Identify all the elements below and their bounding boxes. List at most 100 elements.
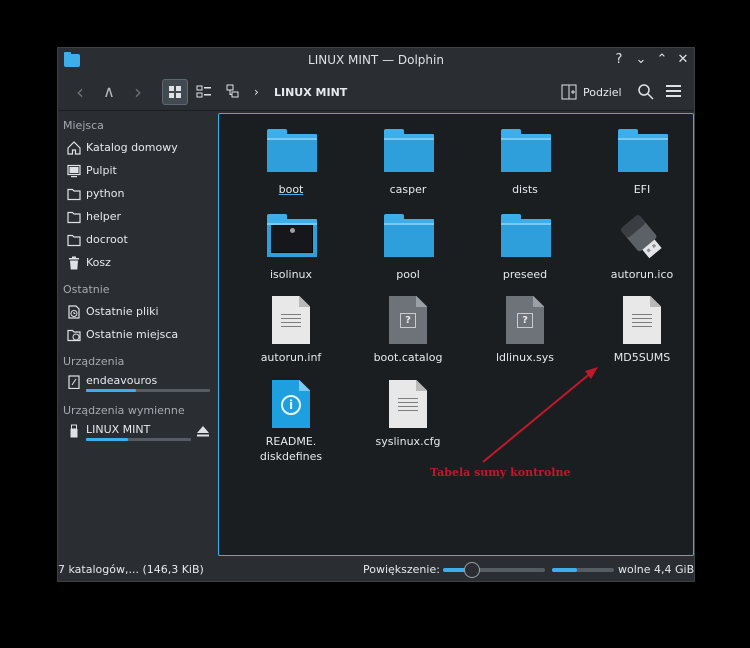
sidebar-item-label: docroot xyxy=(86,233,128,246)
icons-view-icon xyxy=(169,86,181,98)
usb-drive-icon xyxy=(621,215,662,259)
file-item[interactable]: ? boot.catalog xyxy=(358,294,458,365)
section-removable-title: Urządzenia wymienne xyxy=(63,404,185,417)
sidebar-item-label: Pulpit xyxy=(86,164,117,177)
file-item-name: ldlinux.sys xyxy=(495,351,555,364)
dolphin-window: LINUX MINT — Dolphin ? ⌄ ⌃ ✕ ‹ ∧ › › LIN… xyxy=(57,47,695,582)
file-item[interactable]: ? ldlinux.sys xyxy=(475,294,575,365)
sidebar-item-trash[interactable]: Kosz xyxy=(64,253,212,273)
sidebar-item-home[interactable]: Katalog domowy xyxy=(64,138,212,158)
drive-icon xyxy=(68,375,80,389)
file-item[interactable]: casper xyxy=(358,126,458,197)
sidebar-item-linux-mint[interactable]: LINUX MINT xyxy=(64,421,212,441)
split-button[interactable]: Podziel xyxy=(583,86,622,99)
file-item-icon: ? xyxy=(499,294,551,346)
unknown-file-icon: ? xyxy=(506,296,544,344)
window-title: LINUX MINT — Dolphin xyxy=(308,53,444,67)
icons-view-button[interactable] xyxy=(162,79,188,105)
up-button[interactable]: ∧ xyxy=(98,79,120,105)
sidebar-item-docroot[interactable]: docroot xyxy=(64,230,212,250)
capacity-bar-fill xyxy=(86,438,128,441)
details-view-icon xyxy=(196,85,211,98)
file-item[interactable]: autorun.ico xyxy=(592,211,692,282)
text-file-icon xyxy=(272,296,310,344)
file-item[interactable]: EFI xyxy=(592,126,692,197)
file-item-name: pool xyxy=(396,268,420,281)
home-icon xyxy=(67,141,81,155)
title-bar[interactable]: LINUX MINT — Dolphin ? ⌄ ⌃ ✕ xyxy=(58,48,694,73)
trash-icon xyxy=(69,256,79,270)
sidebar-item-endeavouros[interactable]: endeavouros xyxy=(64,372,212,392)
zoom-label: Powiększenie: xyxy=(363,563,440,576)
section-devices-title: Urządzenia xyxy=(63,355,125,368)
file-item[interactable]: pool xyxy=(358,211,458,282)
status-summary: 7 katalogów,... (146,3 KiB) xyxy=(58,563,204,576)
help-button[interactable]: ? xyxy=(610,51,628,69)
forward-button[interactable]: › xyxy=(128,79,148,105)
folder-icon xyxy=(67,211,81,224)
file-item[interactable]: boot xyxy=(241,126,341,197)
sidebar-item-label: LINUX MINT xyxy=(86,423,151,436)
file-item[interactable]: i README. diskdefines xyxy=(241,378,341,464)
file-item-icon xyxy=(265,126,317,178)
zoom-slider-handle[interactable] xyxy=(463,562,480,578)
file-item[interactable]: MD5SUMS xyxy=(592,294,692,365)
file-item-icon xyxy=(616,211,668,263)
free-space-label: wolne 4,4 GiB xyxy=(618,563,695,576)
file-item-name: boot.catalog xyxy=(373,351,443,364)
file-item-name: autorun.ico xyxy=(610,268,674,281)
file-item[interactable]: isolinux xyxy=(241,211,341,282)
file-item-name: dists xyxy=(512,183,538,196)
breadcrumb-current[interactable]: LINUX MINT xyxy=(274,86,347,99)
text-file-icon xyxy=(389,380,427,428)
capacity-bar-fill xyxy=(86,389,136,392)
file-item-name: MD5SUMS xyxy=(613,351,671,364)
hamburger-menu-icon[interactable] xyxy=(666,84,682,101)
file-item-icon xyxy=(499,211,551,263)
sidebar-item-label: helper xyxy=(86,210,122,223)
file-item-icon xyxy=(382,126,434,178)
sidebar-item-label: Ostatnie pliki xyxy=(86,305,159,318)
unknown-file-icon: ? xyxy=(389,296,427,344)
file-item[interactable]: syslinux.cfg xyxy=(358,378,458,449)
sidebar-item-helper[interactable]: helper xyxy=(64,207,212,227)
desktop-icon xyxy=(67,164,81,178)
file-item-icon: i xyxy=(265,378,317,430)
file-item-icon xyxy=(265,211,317,263)
sidebar-item-recent-files[interactable]: Ostatnie pliki xyxy=(64,302,212,322)
free-space-bar xyxy=(552,568,614,572)
sidebar-item-label: Ostatnie miejsca xyxy=(86,328,179,341)
file-item[interactable]: dists xyxy=(475,126,575,197)
free-space-fill xyxy=(552,568,577,572)
maximize-button[interactable]: ⌃ xyxy=(653,51,671,69)
file-view[interactable]: boot casper dists EFI isolinux pool preseed aut… xyxy=(218,113,694,556)
minimize-button[interactable]: ⌄ xyxy=(632,51,650,69)
file-item-name: isolinux xyxy=(269,268,313,281)
file-item[interactable]: preseed xyxy=(475,211,575,282)
sidebar-item-desktop[interactable]: Pulpit xyxy=(64,161,212,181)
zoom-slider[interactable] xyxy=(443,562,545,578)
sidebar-item-recent-places[interactable]: Ostatnie miejsca xyxy=(64,325,212,345)
recent-places-icon xyxy=(67,329,81,342)
tree-view-icon xyxy=(226,84,239,98)
file-item-icon xyxy=(382,211,434,263)
search-icon[interactable] xyxy=(637,83,654,103)
sidebar-item-label: Katalog domowy xyxy=(86,141,178,154)
text-file-icon xyxy=(623,296,661,344)
back-button[interactable]: ‹ xyxy=(70,79,90,105)
file-item-name: autorun.inf xyxy=(260,351,322,364)
file-item-name: syslinux.cfg xyxy=(375,435,441,448)
tree-view-button[interactable] xyxy=(221,79,247,105)
breadcrumb-separator: › xyxy=(254,85,259,99)
details-view-button[interactable] xyxy=(191,79,217,105)
file-item-name: README. diskdefines xyxy=(259,435,323,463)
section-recent-title: Ostatnie xyxy=(63,283,110,296)
capacity-bar xyxy=(86,438,191,441)
status-bar: 7 katalogów,... (146,3 KiB) Powiększenie… xyxy=(58,557,694,582)
eject-icon[interactable] xyxy=(197,426,209,437)
sidebar-item-python[interactable]: python xyxy=(64,184,212,204)
sidebar-item-label: endeavouros xyxy=(86,374,158,387)
file-item[interactable]: autorun.inf xyxy=(241,294,341,365)
file-item-icon: ? xyxy=(382,294,434,346)
close-button[interactable]: ✕ xyxy=(674,51,692,69)
